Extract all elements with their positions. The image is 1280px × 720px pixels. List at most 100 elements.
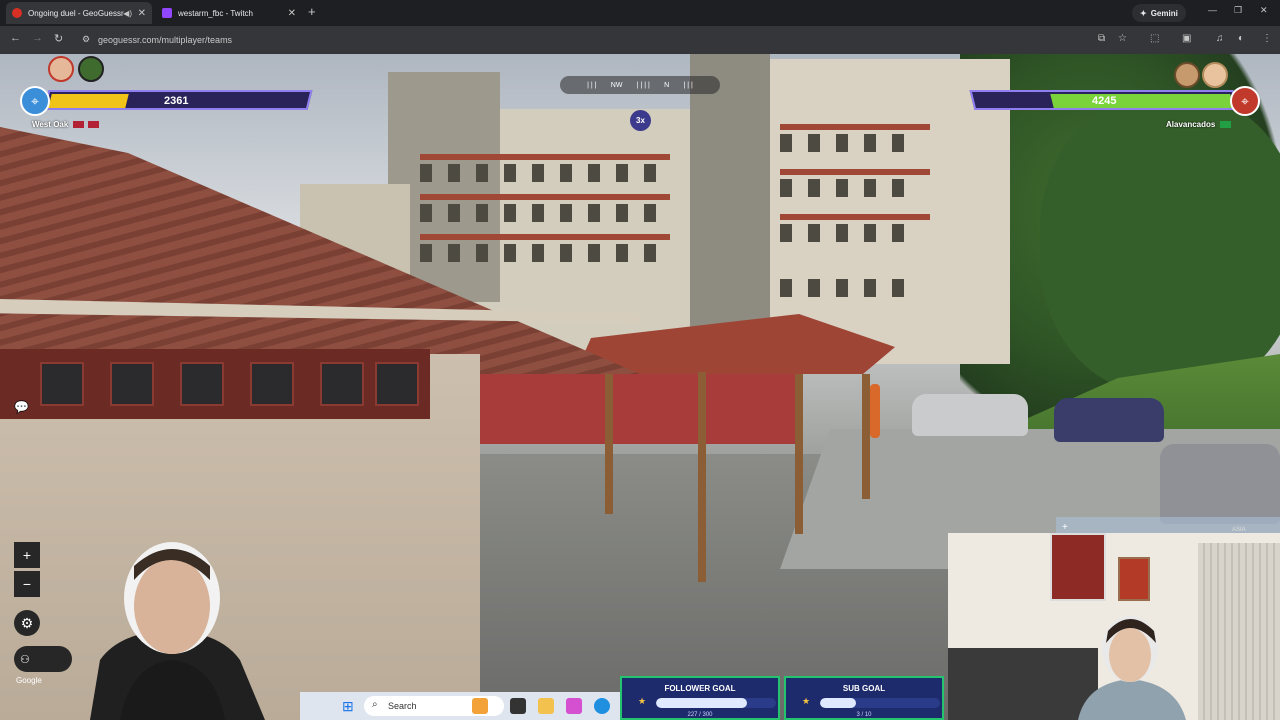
damage-multiplier-badge: 3x xyxy=(630,110,651,131)
face xyxy=(134,558,210,654)
restore-icon[interactable]: ❐ xyxy=(1234,5,1242,16)
bookmark-star-icon[interactable]: ☆ xyxy=(1118,33,1127,44)
window-row xyxy=(780,279,920,297)
webcam-streamer-right xyxy=(948,533,1280,720)
minimap-expand-icon[interactable]: + xyxy=(1062,522,1068,533)
player-avatar xyxy=(48,56,74,82)
tab-title: westarm_fbc - Twitch xyxy=(178,8,253,18)
post xyxy=(698,372,706,582)
gemini-button[interactable]: ✦ Gemini xyxy=(1132,4,1186,22)
post xyxy=(605,374,613,514)
window xyxy=(375,362,419,406)
extensions-icon[interactable]: ⬚ xyxy=(1150,33,1159,44)
car xyxy=(1160,444,1280,524)
compass-mark-nw: NW xyxy=(610,81,623,89)
webcam-streamer-left xyxy=(90,542,265,720)
window-row xyxy=(780,179,920,197)
sub-goal-fill xyxy=(820,698,856,708)
close-window-icon[interactable]: ✕ xyxy=(1260,5,1268,16)
file-explorer-icon[interactable] xyxy=(538,698,554,714)
edge-icon[interactable] xyxy=(594,698,610,714)
window-row xyxy=(780,224,920,242)
window-row xyxy=(780,134,920,152)
compass-mark-n: N xyxy=(664,81,670,89)
follower-goal-fill xyxy=(656,698,747,708)
trees xyxy=(1040,94,1280,394)
post xyxy=(862,374,870,499)
team-name-right: Alavancados xyxy=(1166,120,1231,129)
team-health-fill-left xyxy=(48,94,130,108)
streamer xyxy=(1078,616,1186,720)
sub-goal-value: 3 / 10 xyxy=(856,712,872,718)
face xyxy=(1109,628,1151,682)
close-tab-icon[interactable]: ✕ xyxy=(288,8,296,19)
person xyxy=(870,384,880,438)
follower-goal-widget: FOLLOWER GOAL ★ 227 / 300 xyxy=(620,676,780,720)
navigation-bar: ← → ↻ ⚙ geoguessr.com/multiplayer/teams … xyxy=(0,26,1280,54)
red-wall xyxy=(480,374,800,444)
window xyxy=(110,362,154,406)
player-avatar xyxy=(1202,62,1228,88)
twitch-favicon-icon xyxy=(162,8,172,18)
reload-icon[interactable]: ↻ xyxy=(54,32,63,45)
map-pin-icon: ⌖ xyxy=(20,86,50,116)
tab-search-icon[interactable]: ▣ xyxy=(1182,33,1191,44)
menu-dots-icon[interactable]: ⋮ xyxy=(1262,33,1272,44)
back-icon[interactable]: ← xyxy=(10,32,21,44)
sub-goal-widget: SUB GOAL ★ 3 / 10 xyxy=(784,676,944,720)
team-name-right-label: Alavancados xyxy=(1166,120,1216,129)
copilot-icon[interactable] xyxy=(566,698,582,714)
window-row xyxy=(420,204,670,222)
close-tab-icon[interactable]: ✕ xyxy=(138,8,146,19)
address-bar[interactable]: ⚙ geoguessr.com/multiplayer/teams xyxy=(76,29,1136,51)
car xyxy=(912,394,1028,436)
team-name-left-label: West Oak xyxy=(32,120,69,129)
sub-goal-title: SUB GOAL xyxy=(842,684,886,693)
taskbar-search-placeholder: Search xyxy=(388,701,417,711)
speaker-icon[interactable]: ◀) xyxy=(123,9,132,18)
sub-goal-bar xyxy=(820,698,940,708)
tab-geoguessr[interactable]: Ongoing duel - GeoGuessr ◀) ✕ xyxy=(6,2,152,24)
team-score-right: 4245 xyxy=(1092,95,1117,107)
flag-icon xyxy=(1219,121,1231,129)
windows-start-icon[interactable]: ⊞ xyxy=(342,698,354,715)
awning xyxy=(420,194,670,200)
tab-bar: Ongoing duel - GeoGuessr ◀) ✕ westarm_fb… xyxy=(0,0,1280,26)
forward-icon[interactable]: → xyxy=(32,32,43,44)
flag-icon xyxy=(87,121,99,129)
compass[interactable]: | | | NW | | | | N | | | xyxy=(560,76,720,94)
awning xyxy=(780,214,930,220)
window xyxy=(40,362,84,406)
window xyxy=(180,362,224,406)
minimap[interactable] xyxy=(1056,517,1280,533)
settings-gear-icon[interactable]: ⚙ xyxy=(14,610,40,636)
player-avatar xyxy=(1174,62,1200,88)
zoom-in-button[interactable]: + xyxy=(14,542,40,568)
shirt xyxy=(1078,679,1186,720)
building-tower xyxy=(690,54,770,334)
window-blinds xyxy=(1198,543,1280,720)
awning xyxy=(780,124,930,130)
flag-icon xyxy=(72,121,84,129)
new-tab-icon[interactable]: + xyxy=(308,4,316,19)
site-info-icon[interactable]: ⚙ xyxy=(82,34,90,45)
url-text: geoguessr.com/multiplayer/teams xyxy=(98,35,233,45)
team-health-fill-right xyxy=(1050,94,1234,108)
profile-icon[interactable]: ◐ xyxy=(1238,33,1244,44)
task-view-icon[interactable] xyxy=(510,698,526,714)
tab-twitch[interactable]: westarm_fbc - Twitch ✕ xyxy=(156,2,302,24)
map-pin-icon: ⌖ xyxy=(1230,86,1260,116)
post xyxy=(795,374,803,534)
zoom-out-button[interactable]: − xyxy=(14,571,40,597)
compass-tick: | | | | xyxy=(636,81,650,89)
window-row xyxy=(420,244,670,262)
chat-icon[interactable]: 💬 xyxy=(14,400,32,418)
minimize-icon[interactable]: — xyxy=(1208,5,1217,15)
follower-goal-bar xyxy=(656,698,776,708)
player-avatar xyxy=(78,56,104,82)
install-icon[interactable]: ⧉ xyxy=(1098,33,1105,44)
window xyxy=(250,362,294,406)
sparkle-icon: ✦ xyxy=(1140,8,1147,18)
poster xyxy=(1050,533,1106,601)
media-icon[interactable]: ♫ xyxy=(1216,33,1224,44)
